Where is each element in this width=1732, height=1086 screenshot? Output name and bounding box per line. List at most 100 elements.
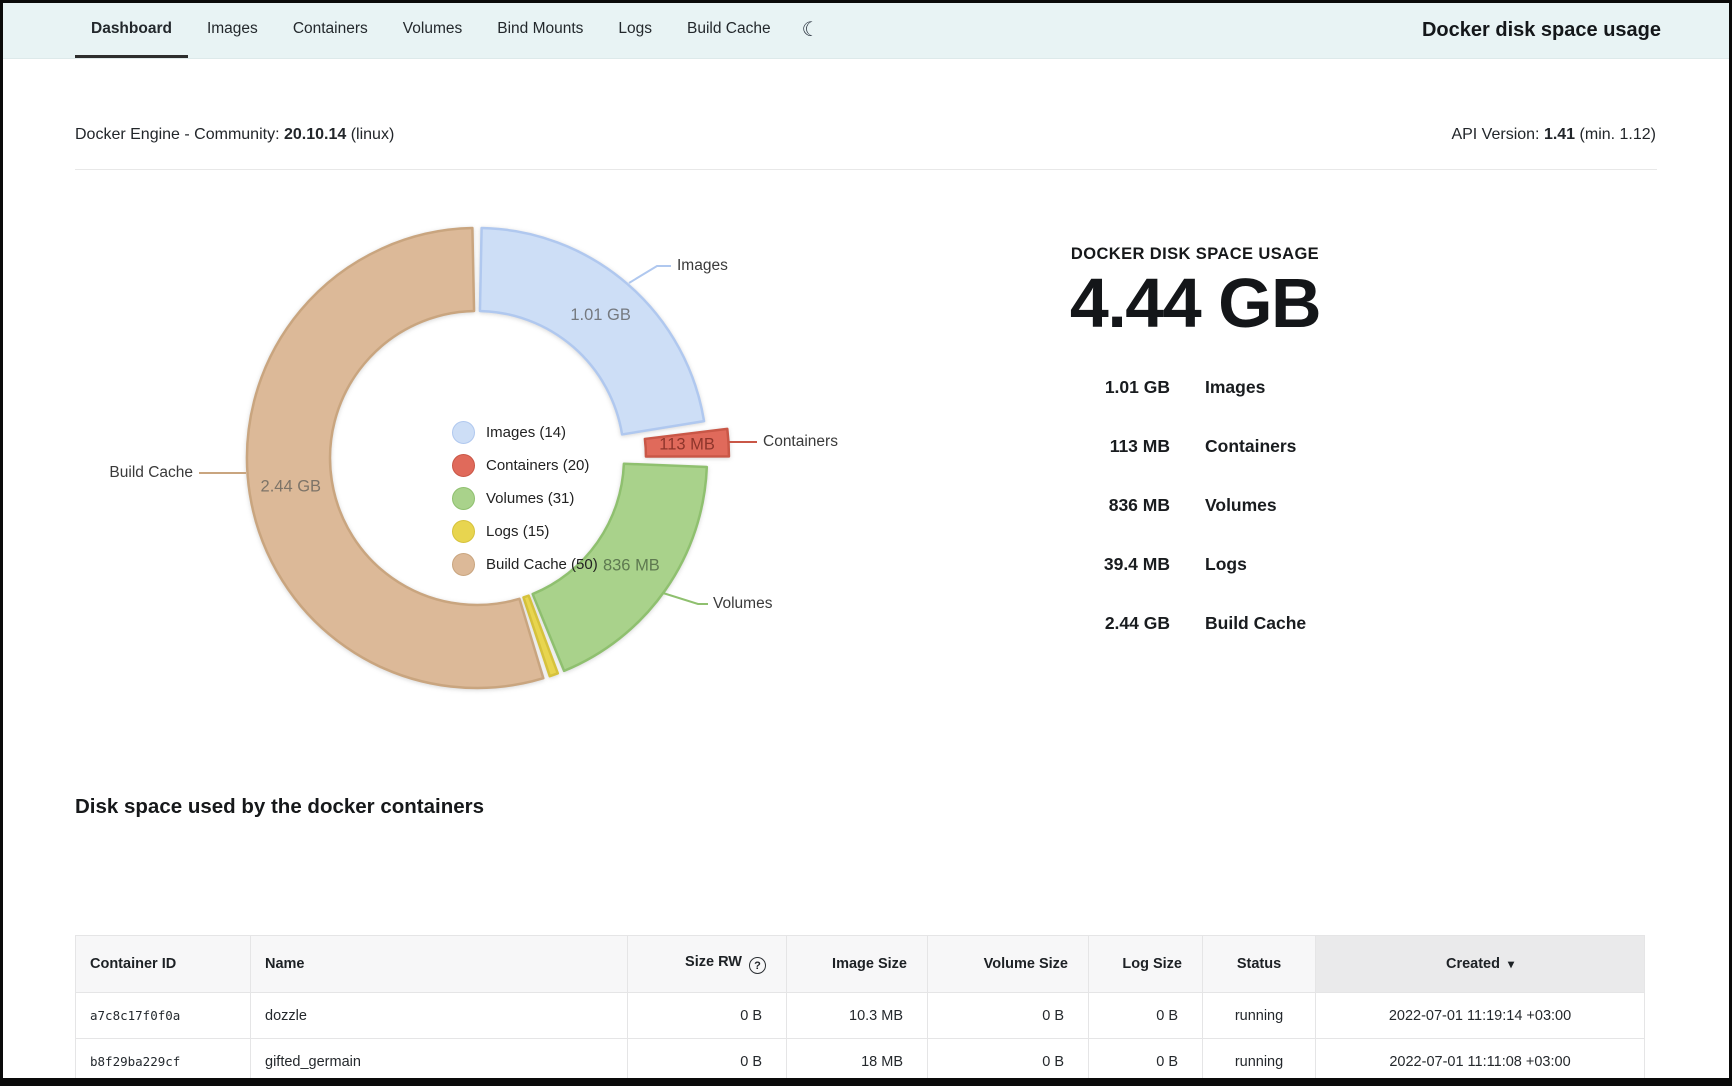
column-header-volume-size[interactable]: Volume Size [928, 936, 1089, 993]
sort-desc-icon: ▾ [1508, 957, 1514, 971]
cell-status: running [1203, 993, 1316, 1039]
engine-version: 20.10.14 [284, 126, 346, 143]
cell-volume-size: 0 B [928, 993, 1089, 1039]
legend-label: Build Cache (50) [486, 556, 598, 573]
slice-images[interactable] [480, 228, 704, 434]
tab-bind-mounts[interactable]: Bind Mounts [481, 3, 599, 58]
summary-label: Build Cache [1205, 613, 1306, 634]
tab-images[interactable]: Images [191, 3, 274, 58]
slice-name-label-build-cache: Build Cache [109, 464, 193, 481]
cell-size-rw: 0 B [628, 1039, 787, 1085]
cell-size-rw: 0 B [628, 993, 787, 1039]
cell-image-size: 10.3 MB [787, 993, 928, 1039]
summary-row-containers: 113 MB Containers [1005, 417, 1385, 476]
cell-container-id: b8f29ba229cf [76, 1039, 251, 1085]
legend-item-build-cache[interactable]: Build Cache (50) [452, 551, 598, 577]
api-version-text: API Version: 1.41 (min. 1.12) [1451, 126, 1656, 144]
summary-size: 1.01 GB [1005, 377, 1170, 398]
slice-value-label-build-cache: 2.44 GB [261, 478, 322, 496]
column-header-created[interactable]: Created ▾ [1316, 936, 1645, 993]
table-heading: Disk space used by the docker containers [75, 795, 484, 819]
api-min: (min. 1.12) [1580, 126, 1656, 143]
cell-log-size: 0 B [1089, 1039, 1203, 1085]
summary-size: 836 MB [1005, 495, 1170, 516]
column-header-size-rw[interactable]: Size RW? [628, 936, 787, 993]
tab-dashboard[interactable]: Dashboard [75, 3, 188, 58]
column-label: Volume Size [984, 956, 1068, 972]
legend-dot-build-cache [452, 553, 475, 576]
summary-size: 113 MB [1005, 436, 1170, 457]
divider [75, 169, 1657, 170]
legend-label: Volumes (31) [486, 490, 574, 507]
legend-item-logs[interactable]: Logs (15) [452, 518, 549, 544]
cell-log-size: 0 B [1089, 993, 1203, 1039]
slice-value-label-volumes: 836 MB [603, 556, 660, 574]
column-label: Created [1446, 956, 1500, 972]
column-header-image-size[interactable]: Image Size [787, 936, 928, 993]
summary-row-logs: 39.4 MB Logs [1005, 535, 1385, 594]
disk-usage-summary: DOCKER DISK SPACE USAGE 4.44 GB 1.01 GB I… [1005, 245, 1385, 653]
app-title: Docker disk space usage [1422, 3, 1661, 58]
navbar: DashboardImagesContainersVolumesBind Mou… [3, 3, 1729, 59]
table-row[interactable]: b8f29ba229cfgifted_germain0 B18 MB0 B0 B… [76, 1039, 1645, 1085]
summary-row-volumes: 836 MB Volumes [1005, 476, 1385, 535]
column-header-name[interactable]: Name [251, 936, 628, 993]
cell-name: dozzle [251, 993, 628, 1039]
legend-label: Images (14) [486, 424, 566, 441]
column-header-status[interactable]: Status [1203, 936, 1316, 993]
slice-name-label-containers: Containers [763, 433, 838, 450]
legend-dot-containers [452, 454, 475, 477]
legend-dot-volumes [452, 487, 475, 510]
column-label: Size RW [685, 954, 742, 970]
cell-image-size: 18 MB [787, 1039, 928, 1085]
column-label: Container ID [90, 956, 176, 972]
cell-container-id: a7c8c17f0f0a [76, 993, 251, 1039]
column-label: Log Size [1122, 956, 1182, 972]
legend-item-images[interactable]: Images (14) [452, 419, 566, 445]
moon-icon: ☾ [802, 17, 820, 42]
tab-build-cache[interactable]: Build Cache [671, 3, 787, 58]
containers-table: Container IDNameSize RW?Image SizeVolume… [75, 935, 1645, 1085]
api-label: API Version: [1451, 126, 1539, 143]
summary-label: Images [1205, 377, 1265, 398]
legend-item-containers[interactable]: Containers (20) [452, 452, 589, 478]
help-icon[interactable]: ? [749, 957, 766, 974]
theme-toggle-button[interactable]: ☾ [790, 3, 832, 58]
engine-label: Docker Engine - Community: [75, 126, 280, 143]
cell-created: 2022-07-01 11:19:14 +03:00 [1316, 993, 1645, 1039]
engine-platform: (linux) [351, 126, 395, 143]
summary-label: Containers [1205, 436, 1296, 457]
engine-version-text: Docker Engine - Community: 20.10.14 (lin… [75, 126, 394, 144]
summary-label: Volumes [1205, 495, 1277, 516]
slice-value-label-containers: 113 MB [659, 436, 715, 454]
api-version: 1.41 [1544, 126, 1575, 143]
legend-dot-images [452, 421, 475, 444]
summary-heading: DOCKER DISK SPACE USAGE [1005, 245, 1385, 264]
summary-total: 4.44 GB [1005, 268, 1385, 338]
slice-value-label-images: 1.01 GB [570, 306, 631, 324]
cell-status: running [1203, 1039, 1316, 1085]
column-header-log-size[interactable]: Log Size [1089, 936, 1203, 993]
disk-usage-donut-chart: 1.01 GB 113 MB 836 MB 2.44 GB Images Containe… [0, 180, 900, 710]
table-header-row: Container IDNameSize RW?Image SizeVolume… [76, 936, 1645, 993]
summary-row-images: 1.01 GB Images [1005, 358, 1385, 417]
slice-name-label-images: Images [677, 257, 728, 274]
table-row[interactable]: a7c8c17f0f0adozzle0 B10.3 MB0 B0 Brunnin… [76, 993, 1645, 1039]
slice-name-label-volumes: Volumes [713, 595, 773, 612]
column-header-container-id[interactable]: Container ID [76, 936, 251, 993]
cell-volume-size: 0 B [928, 1039, 1089, 1085]
summary-size: 39.4 MB [1005, 554, 1170, 575]
tab-logs[interactable]: Logs [602, 3, 668, 58]
legend-item-volumes[interactable]: Volumes (31) [452, 485, 574, 511]
column-label: Name [265, 956, 305, 972]
legend-label: Logs (15) [486, 523, 549, 540]
leader-line-volumes [663, 593, 708, 604]
engine-info-row: Docker Engine - Community: 20.10.14 (lin… [75, 126, 1656, 144]
summary-rows: 1.01 GB Images 113 MB Containers 836 MB Volum… [1005, 358, 1385, 653]
summary-label: Logs [1205, 554, 1247, 575]
cell-created: 2022-07-01 11:11:08 +03:00 [1316, 1039, 1645, 1085]
legend-label: Containers (20) [486, 457, 589, 474]
tab-volumes[interactable]: Volumes [387, 3, 478, 58]
tab-containers[interactable]: Containers [277, 3, 384, 58]
cell-name: gifted_germain [251, 1039, 628, 1085]
